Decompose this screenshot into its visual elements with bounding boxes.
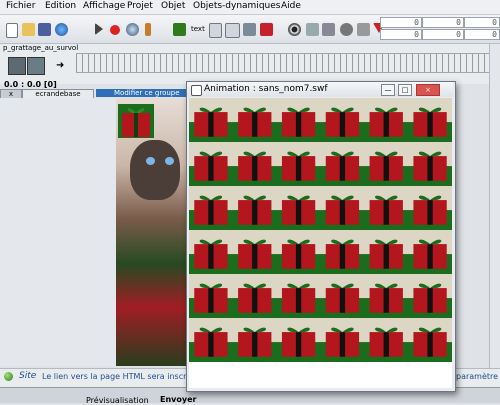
cat-eye <box>165 157 174 165</box>
arrow-right-icon[interactable]: ➜ <box>56 60 64 71</box>
background-stripe <box>189 210 452 230</box>
coords-panel: 0 0 0 0 0 0 <box>380 17 500 41</box>
window-title: Animation : sans_nom7.swf <box>204 84 328 94</box>
site-label[interactable]: Site <box>19 371 36 381</box>
coord-field[interactable]: 0 <box>422 17 464 28</box>
group-tool-icon[interactable] <box>27 57 45 75</box>
workspace-background <box>0 98 116 366</box>
tool-icon-3[interactable] <box>322 23 335 36</box>
tab-preview[interactable]: Prévisualisation <box>86 396 149 405</box>
site-globe-icon[interactable] <box>4 372 13 381</box>
status-message: Le lien vers la page HTML sera inscrit i… <box>42 372 204 381</box>
tab-send[interactable]: Envoyer <box>160 395 196 404</box>
coord-field[interactable]: 0 <box>380 17 422 28</box>
app-icon <box>191 85 202 96</box>
background-stripe <box>189 342 452 362</box>
background-stripe <box>189 98 452 123</box>
new-file-icon[interactable] <box>6 23 18 38</box>
tool-icon-2[interactable] <box>306 23 319 36</box>
timeline-ruler[interactable] <box>76 53 492 73</box>
menu-projet[interactable]: Projet <box>127 1 153 11</box>
record-icon[interactable] <box>110 25 120 35</box>
selection-tool-icon[interactable] <box>8 57 26 75</box>
play-icon[interactable] <box>95 23 103 35</box>
frame-icon[interactable] <box>209 23 222 38</box>
zoom-icon[interactable] <box>126 23 139 36</box>
cat-face-image <box>130 140 180 200</box>
background-stripe <box>189 186 452 211</box>
maximize-button[interactable]: □ <box>398 84 412 96</box>
coord-field[interactable]: 0 <box>464 17 500 28</box>
menu-affichage[interactable]: Affichage <box>83 1 125 11</box>
eye-icon[interactable] <box>288 23 301 36</box>
menu-edition[interactable]: Edition <box>45 1 76 11</box>
tool-icon-4[interactable] <box>357 23 370 36</box>
vertical-scrollbar[interactable] <box>489 44 500 368</box>
background-stripe <box>189 166 452 186</box>
menu-aide[interactable]: Aide <box>281 1 301 11</box>
background-stripe <box>189 254 452 274</box>
text-tool-label[interactable]: text <box>191 25 205 33</box>
background-stripe <box>189 274 452 299</box>
tree-icon[interactable] <box>173 23 186 36</box>
frame-label: 0.0 : 0.0 [0] <box>4 80 57 89</box>
image-icon[interactable] <box>243 23 256 36</box>
cat-eye <box>146 157 155 165</box>
background-stripe <box>189 122 452 142</box>
background-stripe <box>189 298 452 318</box>
coord-field[interactable]: 0 <box>422 29 464 40</box>
coord-field[interactable]: 0 <box>464 29 500 40</box>
open-folder-icon[interactable] <box>22 23 35 36</box>
tool-icon[interactable] <box>145 23 151 36</box>
background-stripe <box>189 318 452 343</box>
background-stripe <box>189 142 452 167</box>
rectangle-icon[interactable] <box>225 23 240 38</box>
tab-modify-group[interactable]: Modifier ce groupe <box>96 89 186 97</box>
coord-field[interactable]: 0 <box>380 29 422 40</box>
gift-icon[interactable] <box>260 23 273 36</box>
scene-name: p_grattage_au_survol <box>3 44 79 52</box>
menu-objet[interactable]: Objet <box>161 1 185 11</box>
menu-bar: Fichier Edition Affichage Projet Objet O… <box>0 0 500 15</box>
menu-fichier[interactable]: Fichier <box>6 1 35 11</box>
background-stripe <box>189 230 452 255</box>
close-button[interactable]: × <box>416 84 440 96</box>
save-icon[interactable] <box>38 23 51 36</box>
menu-objets-dynamiques[interactable]: Objets-dynamiques <box>193 1 280 11</box>
animation-content[interactable] <box>189 98 452 362</box>
minimize-button[interactable]: — <box>381 84 395 96</box>
globe-icon[interactable] <box>55 23 68 36</box>
gift-grid <box>189 98 452 362</box>
gift-icon[interactable] <box>118 104 154 138</box>
animation-footer <box>189 362 452 388</box>
params-link[interactable]: paramètre <box>456 372 498 381</box>
cat-photo-image <box>116 98 190 366</box>
gear-icon[interactable] <box>340 23 353 36</box>
